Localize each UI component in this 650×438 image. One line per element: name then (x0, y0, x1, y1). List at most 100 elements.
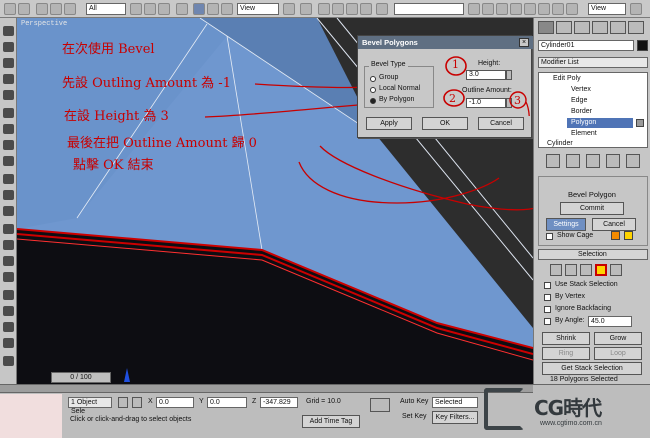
lock-selection-icon[interactable] (118, 397, 128, 408)
radio-by-polygon[interactable] (370, 98, 376, 104)
stack-vertex[interactable]: Vertex (571, 86, 591, 93)
align-icon[interactable] (482, 3, 494, 15)
modify-tab-icon[interactable] (556, 21, 572, 34)
remove-modifier-icon[interactable] (606, 154, 620, 168)
scale-icon[interactable] (221, 3, 233, 15)
shrink-button[interactable]: Shrink (542, 332, 590, 345)
angle-value-field[interactable]: 45.0 (588, 316, 632, 327)
panel-cancel-button[interactable]: Cancel (592, 218, 636, 231)
tool-icon-14[interactable] (3, 240, 14, 250)
motion-tab-icon[interactable] (592, 21, 608, 34)
object-name-field[interactable]: Cylinder01 (538, 40, 634, 51)
ok-button[interactable]: OK (422, 117, 468, 130)
hierarchy-tab-icon[interactable] (574, 21, 590, 34)
get-stack-selection-button[interactable]: Get Stack Selection (542, 362, 642, 375)
bind-icon[interactable] (64, 3, 76, 15)
tool-icon-5[interactable] (3, 90, 14, 100)
snap-icon[interactable] (318, 3, 330, 15)
close-icon[interactable]: × (519, 38, 529, 47)
render-last-icon[interactable] (630, 3, 642, 15)
object-color-swatch[interactable] (637, 40, 648, 51)
link-icon[interactable] (36, 3, 48, 15)
cancel-button[interactable]: Cancel (478, 117, 524, 130)
curve-editor-icon[interactable] (510, 3, 522, 15)
configure-sets-icon[interactable] (626, 154, 640, 168)
ring-button[interactable]: Ring (542, 347, 590, 360)
cage-color-swatch-1[interactable] (611, 231, 620, 240)
maxscript-listener[interactable] (0, 394, 62, 438)
tool-icon-13[interactable] (3, 224, 14, 234)
window-crossing-icon[interactable] (176, 3, 188, 15)
key-icon[interactable] (370, 398, 390, 412)
set-key-label[interactable]: Set Key (402, 413, 427, 420)
stack-border[interactable]: Border (571, 108, 592, 115)
tool-icon-10[interactable] (3, 174, 14, 184)
tool-icon-6[interactable] (3, 108, 14, 118)
dialog-title[interactable]: Bevel Polygons (358, 36, 533, 49)
create-tab-icon[interactable] (538, 21, 554, 34)
stack-polygon[interactable]: Polygon (571, 119, 596, 126)
region-select-icon[interactable] (158, 3, 170, 15)
vertex-mode-icon[interactable] (550, 264, 562, 276)
stack-element[interactable]: Element (571, 130, 597, 137)
tool-icon-4[interactable] (3, 74, 14, 84)
by-angle-checkbox[interactable] (544, 318, 551, 325)
tool-icon-15[interactable] (3, 256, 14, 266)
grow-button[interactable]: Grow (594, 332, 642, 345)
stack-edit-poly[interactable]: Edit Poly (553, 75, 581, 82)
layer-manager-icon[interactable] (496, 3, 508, 15)
by-vertex-checkbox[interactable] (544, 294, 551, 301)
track-bar[interactable] (0, 385, 533, 393)
radio-local-normal[interactable] (370, 87, 376, 93)
show-end-result-icon[interactable] (566, 154, 580, 168)
tool-icon-2[interactable] (3, 42, 14, 52)
make-unique-icon[interactable] (586, 154, 600, 168)
z-coordinate-field[interactable]: -347.829 (260, 397, 298, 408)
apply-button[interactable]: Apply (366, 117, 412, 130)
display-tab-icon[interactable] (610, 21, 626, 34)
tool-icon-11[interactable] (3, 190, 14, 200)
absolute-mode-icon[interactable] (132, 397, 142, 408)
tool-icon-17[interactable] (3, 290, 14, 300)
tool-icon-20[interactable] (3, 338, 14, 348)
border-mode-icon[interactable] (580, 264, 592, 276)
named-selection-icon[interactable] (376, 3, 388, 15)
ignore-backfacing-checkbox[interactable] (544, 306, 551, 313)
loop-button[interactable]: Loop (594, 347, 642, 360)
utilities-tab-icon[interactable] (628, 21, 644, 34)
move-icon[interactable] (193, 3, 205, 15)
auto-key-label[interactable]: Auto Key (400, 398, 428, 405)
spinner-snap-icon[interactable] (360, 3, 372, 15)
use-stack-checkbox[interactable] (544, 282, 551, 289)
named-selection-sets-dropdown[interactable] (394, 3, 464, 15)
schematic-view-icon[interactable] (524, 3, 536, 15)
polygon-gizmo-icon[interactable] (636, 119, 644, 127)
select-manipulate-icon[interactable] (300, 3, 312, 15)
tool-icon-16[interactable] (3, 272, 14, 282)
material-editor-icon[interactable] (538, 3, 550, 15)
undo-icon[interactable] (4, 3, 16, 15)
quick-render-icon[interactable] (566, 3, 578, 15)
tool-icon-8[interactable] (3, 140, 14, 150)
rotate-icon[interactable] (207, 3, 219, 15)
edge-mode-icon[interactable] (565, 264, 577, 276)
tool-icon-12[interactable] (3, 206, 14, 216)
unlink-icon[interactable] (50, 3, 62, 15)
reference-coord-dropdown[interactable]: View (237, 3, 279, 15)
percent-snap-icon[interactable] (346, 3, 358, 15)
x-coordinate-field[interactable]: 0.0 (156, 397, 194, 408)
stack-edge[interactable]: Edge (571, 97, 587, 104)
angle-snap-icon[interactable] (332, 3, 344, 15)
mirror-icon[interactable] (468, 3, 480, 15)
selection-filter-dropdown[interactable]: All (86, 3, 126, 15)
tool-icon-7[interactable] (3, 124, 14, 134)
render-type-dropdown[interactable]: View (588, 3, 626, 15)
key-filters-button[interactable]: Key Filters... (432, 411, 478, 424)
polygon-mode-icon[interactable] (595, 264, 607, 276)
y-coordinate-field[interactable]: 0.0 (207, 397, 247, 408)
settings-button[interactable]: Settings (546, 218, 586, 231)
selected-dropdown[interactable]: Selected (432, 397, 478, 408)
tool-icon-3[interactable] (3, 58, 14, 68)
redo-icon[interactable] (18, 3, 30, 15)
add-time-tag-button[interactable]: Add Time Tag (302, 415, 360, 428)
